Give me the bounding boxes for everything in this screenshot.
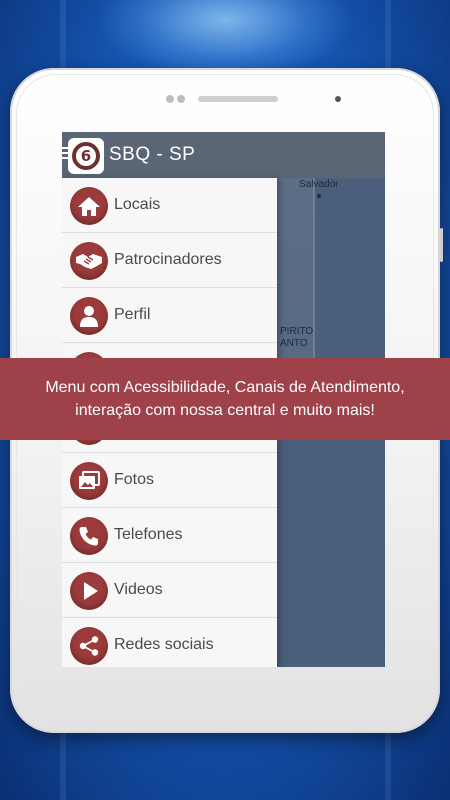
handshake-icon <box>70 242 108 280</box>
play-icon <box>70 572 108 610</box>
menu-item-label: Redes sociais <box>114 636 214 653</box>
photos-icon <box>70 462 108 500</box>
front-camera <box>335 96 341 102</box>
menu-item-videos[interactable]: Videos <box>62 563 277 618</box>
user-icon <box>70 297 108 335</box>
menu-item-label: Patrocinadores <box>114 251 222 268</box>
menu-item-label: Videos <box>114 581 163 598</box>
phone-icon <box>70 517 108 555</box>
map-label-state: ANTO <box>280 338 308 349</box>
app-logo[interactable]: 6 <box>68 138 104 174</box>
menu-item-fotos[interactable]: Fotos <box>62 453 277 508</box>
menu-item-label: Telefones <box>114 526 183 543</box>
share-icon <box>70 627 108 665</box>
map-land <box>277 178 315 388</box>
menu-item-label: Fotos <box>114 471 155 488</box>
menu-item-redes-sociais[interactable]: Redes sociais <box>62 618 277 667</box>
banner-line: Menu com Acessibilidade, Canais de Atend… <box>45 379 405 396</box>
app-bar: 6 SBQ - SP <box>62 132 385 178</box>
menu-item-label: Perfil <box>114 306 151 323</box>
menu-item-perfil[interactable]: Perfil <box>62 288 277 343</box>
menu-item-patrocinadores[interactable]: Patrocinadores <box>62 233 277 288</box>
menu-item-label: Locais <box>114 196 161 213</box>
banner-line: interação com nossa central e muito mais… <box>75 402 375 419</box>
map-label-state: PIRITO <box>280 326 314 337</box>
menu-item-telefones[interactable]: Telefones <box>62 508 277 563</box>
promo-banner: Menu com Acessibilidade, Canais de Atend… <box>0 358 450 440</box>
map-label-city: Salvador <box>299 179 339 190</box>
menu-item-locais[interactable]: Locais <box>62 178 277 233</box>
map-pin <box>317 194 321 198</box>
home-icon <box>70 187 108 225</box>
side-button <box>440 228 443 262</box>
logo-mark: 6 <box>72 142 100 170</box>
sensor-dots <box>166 95 185 103</box>
speaker-grille <box>198 96 278 102</box>
app-title: SBQ - SP <box>109 144 196 165</box>
